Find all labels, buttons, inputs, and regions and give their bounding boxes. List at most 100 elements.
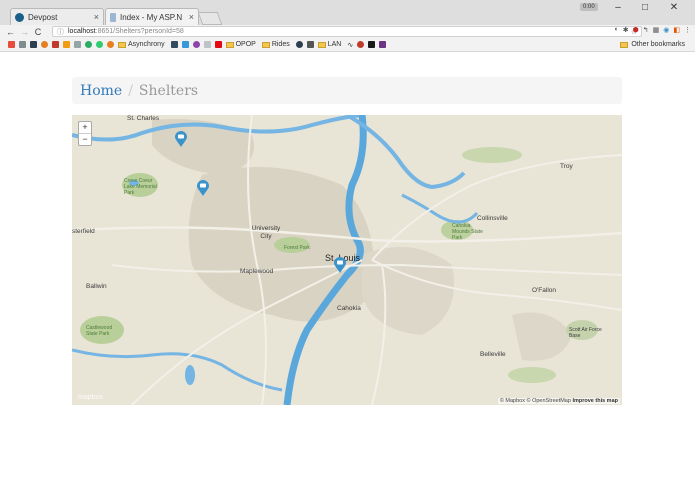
tab-devpost[interactable]: Devpost × bbox=[10, 8, 104, 25]
map-label: sterfield bbox=[72, 228, 95, 235]
tab-title: Index - My ASP.NET bbox=[120, 12, 182, 22]
map-label: Ballwin bbox=[86, 283, 107, 290]
close-tab-icon[interactable]: × bbox=[94, 12, 99, 22]
bus-icon bbox=[337, 260, 343, 265]
map-label: Cahokia Mounds State Park bbox=[452, 223, 483, 241]
zoom-in-button[interactable]: + bbox=[79, 122, 91, 134]
tab-title: Devpost bbox=[28, 12, 58, 22]
info-icon[interactable]: ⓘ bbox=[57, 27, 64, 37]
bookmark-icon[interactable] bbox=[96, 41, 103, 48]
close-tab-icon[interactable]: × bbox=[189, 12, 194, 22]
attribution-osm-link[interactable]: © OpenStreetMap bbox=[527, 398, 571, 404]
forward-icon[interactable]: → bbox=[20, 27, 29, 37]
bookmark-icon[interactable] bbox=[19, 41, 26, 48]
bookmark-icon[interactable] bbox=[357, 41, 365, 48]
breadcrumb-home-link[interactable]: Home bbox=[80, 83, 122, 99]
minimize-icon[interactable]: – bbox=[606, 2, 630, 13]
breadcrumb-current: Shelters bbox=[138, 82, 199, 99]
bookmark-label: OPOP bbox=[235, 41, 256, 48]
bookmark-icon[interactable] bbox=[368, 41, 376, 48]
bus-icon bbox=[178, 134, 184, 139]
bookmark-label: Asynchrony bbox=[128, 41, 165, 48]
map-label: St. Charles bbox=[127, 115, 160, 122]
mapbox-logo[interactable]: mapbox bbox=[78, 394, 103, 401]
bookmark-folder-opop[interactable]: OPOP bbox=[225, 41, 256, 48]
folder-icon bbox=[317, 41, 326, 48]
reload-icon[interactable]: C bbox=[34, 27, 42, 37]
folder-icon bbox=[261, 41, 270, 48]
bookmark-label: LAN bbox=[327, 41, 342, 48]
address-bar[interactable]: ⓘ localhost :8651/Shelters?personId=58 ☆ bbox=[52, 26, 642, 37]
extension-icon[interactable]: ◧ bbox=[673, 26, 680, 34]
breadcrumb: Home / Shelters bbox=[72, 77, 622, 104]
bookmark-folder-rides[interactable]: Rides bbox=[261, 41, 290, 48]
bookmark-icon[interactable] bbox=[30, 41, 37, 48]
map-label: Collinsville bbox=[477, 215, 508, 222]
menu-icon[interactable]: ⋮ bbox=[684, 26, 691, 34]
map-label: Cahokia bbox=[337, 305, 361, 312]
shelter-marker[interactable] bbox=[175, 131, 187, 147]
bookmarks-bar: Asynchrony OPOP Rides LAN ∿ Other bookma… bbox=[0, 38, 695, 52]
map-label: University City bbox=[251, 225, 281, 240]
bookmark-icon[interactable] bbox=[379, 41, 387, 48]
bookmark-icon[interactable] bbox=[107, 41, 114, 48]
close-window-icon[interactable]: ✕ bbox=[662, 2, 686, 13]
map-attribution: © Mapbox © OpenStreetMap Improve this ma… bbox=[497, 398, 620, 404]
map-label: O'Fallon bbox=[532, 287, 557, 294]
tab-index[interactable]: Index - My ASP.NET × bbox=[105, 8, 199, 25]
back-icon[interactable]: ← bbox=[6, 27, 15, 37]
netflix-icon[interactable] bbox=[214, 41, 222, 48]
browser-toolbar: ← → C ⓘ localhost :8651/Shelters?personI… bbox=[0, 25, 695, 38]
map-label: Castlewood State Park bbox=[86, 325, 113, 337]
bookmark-icon[interactable] bbox=[63, 41, 70, 48]
breadcrumb-separator: / bbox=[128, 82, 133, 99]
bookmark-icon[interactable] bbox=[170, 41, 178, 48]
bookmark-icon[interactable] bbox=[181, 41, 189, 48]
bookmark-icon[interactable] bbox=[295, 41, 303, 48]
extension-icon[interactable]: ◐ bbox=[615, 26, 619, 34]
shelter-marker[interactable] bbox=[197, 180, 209, 196]
other-bookmarks[interactable]: Other bookmarks bbox=[620, 41, 685, 48]
bookmark-icon[interactable] bbox=[192, 41, 200, 48]
apple-icon[interactable] bbox=[306, 41, 314, 48]
map-label: Forest Park bbox=[284, 245, 310, 251]
url-host: localhost bbox=[68, 28, 96, 35]
map-label: Troy bbox=[560, 163, 573, 170]
folder-icon bbox=[620, 41, 629, 48]
url-path: :8651/Shelters?personId=58 bbox=[95, 28, 184, 35]
attribution-mapbox-link[interactable]: © Mapbox bbox=[500, 398, 525, 404]
bookmark-icon[interactable] bbox=[52, 41, 59, 48]
map-label: Creve Coeur Lake Memorial Park bbox=[124, 178, 157, 196]
map-label: Scott Air Force Base bbox=[569, 327, 602, 339]
extension-icon[interactable]: ✱ bbox=[623, 26, 629, 34]
page-favicon-icon bbox=[110, 12, 116, 22]
folder-icon bbox=[118, 41, 126, 48]
folder-icon bbox=[225, 41, 234, 48]
zoom-control: + − bbox=[78, 121, 92, 146]
bookmark-folder-lan[interactable]: LAN bbox=[317, 41, 342, 48]
extension-icon[interactable]: ◉ bbox=[663, 26, 669, 34]
extensions-bar: ◐ ✱ ⬢ ↰ ▦ ◉ ◧ ⋮ bbox=[615, 26, 691, 34]
extension-icon[interactable]: ▦ bbox=[653, 26, 660, 34]
bookmark-label: Rides bbox=[271, 41, 290, 48]
apps-icon[interactable] bbox=[8, 41, 15, 48]
bookmark-icon[interactable] bbox=[85, 41, 92, 48]
profile-badge[interactable]: 0:00 bbox=[580, 3, 598, 11]
maximize-icon[interactable]: □ bbox=[633, 2, 657, 13]
other-bookmarks-label: Other bookmarks bbox=[631, 41, 685, 48]
improve-map-link[interactable]: Improve this map bbox=[572, 398, 618, 404]
bookmark-icon[interactable] bbox=[41, 41, 48, 48]
extension-icon[interactable]: ↰ bbox=[643, 26, 649, 34]
new-tab-button[interactable] bbox=[197, 12, 223, 25]
map-label: Maplewood bbox=[240, 268, 274, 275]
bookmark-icon[interactable] bbox=[74, 41, 81, 48]
shelters-map[interactable]: St. Charles Creve Coeur Lake Memorial Pa… bbox=[72, 115, 622, 405]
zoom-out-button[interactable]: − bbox=[79, 134, 91, 145]
map-label: Belleville bbox=[480, 351, 506, 358]
bookmark-folder-asynchrony[interactable]: Asynchrony bbox=[118, 41, 165, 48]
ublock-icon[interactable]: ⬢ bbox=[633, 26, 639, 34]
bookmark-icon[interactable] bbox=[203, 41, 211, 48]
shelter-marker[interactable] bbox=[334, 257, 346, 273]
bus-icon bbox=[200, 183, 206, 188]
wave-icon[interactable]: ∿ bbox=[347, 41, 353, 49]
